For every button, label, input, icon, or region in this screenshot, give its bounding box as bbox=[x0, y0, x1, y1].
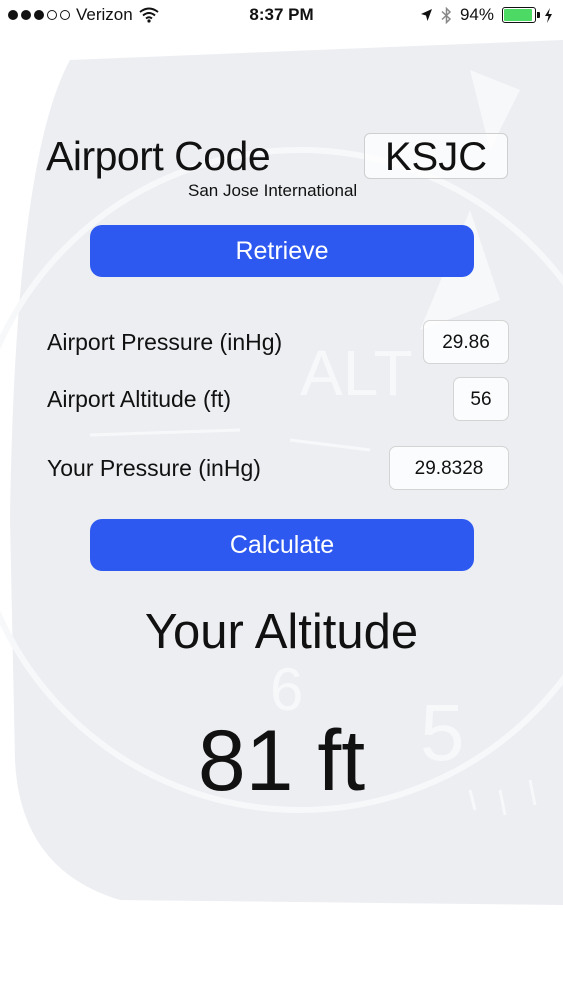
airport-code-input[interactable]: KSJC bbox=[364, 133, 508, 179]
status-bar: Verizon 8:37 PM 94% bbox=[0, 0, 563, 32]
your-pressure-label: Your Pressure (inHg) bbox=[47, 455, 261, 481]
battery-percent: 94% bbox=[459, 5, 494, 24]
charging-bolt-icon bbox=[545, 7, 552, 23]
location-arrow-icon bbox=[420, 9, 432, 21]
retrieve-button[interactable]: Retrieve bbox=[90, 225, 474, 277]
battery-fill bbox=[504, 9, 533, 21]
airport-pressure-label: Airport Pressure (inHg) bbox=[47, 329, 283, 355]
airport-pressure-field[interactable]: 29.86 bbox=[423, 320, 509, 364]
airport-altitude-field[interactable]: 56 bbox=[453, 377, 509, 421]
status-bar-right: 94% bbox=[420, 5, 553, 25]
svg-text:ALT: ALT bbox=[300, 337, 413, 409]
result-title: Your Altitude bbox=[144, 605, 419, 659]
altitude-result-value: 81 ft bbox=[197, 713, 366, 809]
airport-name-text: San Jose International bbox=[188, 181, 358, 200]
your-pressure-field[interactable]: 29.8328 bbox=[389, 446, 509, 490]
bluetooth-icon bbox=[441, 6, 452, 24]
battery-icon bbox=[502, 7, 540, 23]
calculate-button[interactable]: Calculate bbox=[90, 519, 474, 571]
airport-code-label: Airport Code bbox=[46, 133, 271, 179]
airport-altitude-label: Airport Altitude (ft) bbox=[47, 386, 232, 412]
battery-tip bbox=[537, 12, 540, 18]
